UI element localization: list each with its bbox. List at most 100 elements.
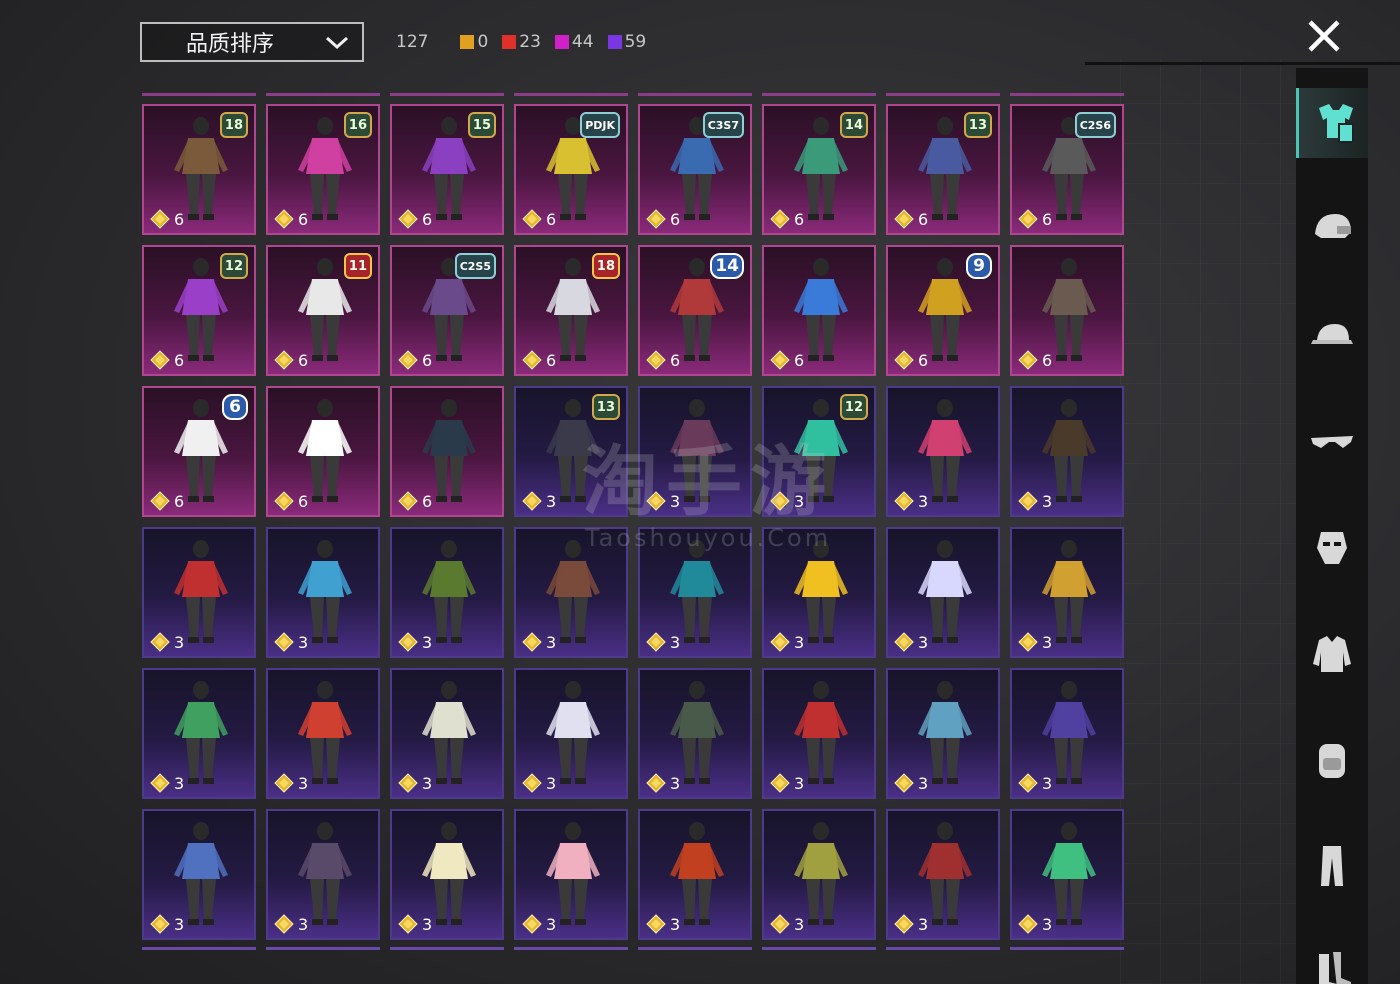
price-value: 6 [918, 209, 929, 229]
season-badge: 18 [591, 253, 620, 279]
price-tag: 3 [398, 914, 432, 934]
outfit-card[interactable]: 3 [514, 668, 628, 799]
outfit-card[interactable]: 6 [762, 245, 876, 376]
outfit-card[interactable]: 3 [390, 527, 504, 658]
outfit-card[interactable]: 16 6 [266, 104, 380, 235]
price-tag: 3 [274, 773, 308, 793]
jacket-icon [1313, 636, 1351, 672]
background-map-texture [1120, 60, 1300, 984]
diamond-icon [150, 350, 170, 370]
outfit-card[interactable]: 3 [142, 809, 256, 940]
outfit-card[interactable]: 18 6 [142, 104, 256, 235]
price-value: 6 [1042, 350, 1053, 370]
sidebar-item-mask[interactable] [1296, 512, 1368, 582]
diamond-icon [1018, 350, 1038, 370]
outfit-card[interactable]: 6 [1010, 245, 1124, 376]
season-badge: PDJK [580, 112, 620, 138]
sidebar-item-helmet[interactable] [1296, 194, 1368, 264]
price-value: 6 [422, 350, 433, 370]
price-tag: 6 [894, 209, 928, 229]
rarity-counts: 127 0 23 44 59 [396, 30, 654, 54]
outfit-card[interactable]: 3 [762, 809, 876, 940]
price-tag: 6 [646, 209, 680, 229]
outfit-card[interactable]: 3 [266, 668, 380, 799]
price-tag: 3 [646, 491, 680, 511]
outfit-card[interactable]: 3 [266, 527, 380, 658]
outfit-card[interactable]: 3 [266, 809, 380, 940]
sort-dropdown[interactable]: 品质排序 [140, 22, 364, 62]
diamond-icon [646, 632, 666, 652]
outfit-card[interactable]: 14 6 [762, 104, 876, 235]
outfit-card[interactable]: 3 [762, 527, 876, 658]
sidebar-item-jacket[interactable] [1296, 618, 1368, 688]
sidebar-item-boots[interactable] [1296, 936, 1368, 984]
price-value: 3 [918, 773, 929, 793]
sidebar-item-outfit[interactable] [1296, 88, 1368, 158]
outfit-card[interactable]: 11 6 [266, 245, 380, 376]
outfit-card[interactable]: 3 [514, 527, 628, 658]
outfit-card[interactable]: 3 [886, 668, 1000, 799]
outfit-card[interactable]: 15 6 [390, 104, 504, 235]
outfit-card[interactable]: 3 [886, 527, 1000, 658]
outfit-card[interactable]: 3 [1010, 668, 1124, 799]
price-tag: 3 [274, 632, 308, 652]
chevron-down-icon [325, 36, 349, 50]
price-tag: 6 [646, 350, 680, 370]
outfit-card[interactable]: 3 [142, 527, 256, 658]
outfit-card[interactable]: C2S5 6 [390, 245, 504, 376]
outfit-card[interactable]: 3 [886, 386, 1000, 517]
price-value: 3 [422, 914, 433, 934]
outfit-card[interactable]: 6 [266, 386, 380, 517]
outfit-card[interactable]: 3 [1010, 386, 1124, 517]
outfit-card[interactable]: 3 [638, 809, 752, 940]
outfit-card[interactable]: 3 [762, 668, 876, 799]
price-tag: 3 [894, 632, 928, 652]
sidebar-item-pants[interactable] [1296, 830, 1368, 900]
price-tag: 6 [150, 491, 184, 511]
outfit-card[interactable]: 3 [1010, 527, 1124, 658]
sidebar-item-cap[interactable] [1296, 300, 1368, 370]
outfit-card[interactable]: 14 6 [638, 245, 752, 376]
outfit-card[interactable]: 66 [142, 386, 256, 517]
diamond-icon [522, 350, 542, 370]
diamond-icon [646, 209, 666, 229]
season-badge: 16 [343, 112, 372, 138]
outfit-card[interactable]: 3 [638, 668, 752, 799]
outfit-card[interactable]: C2S6 6 [1010, 104, 1124, 235]
outfit-card[interactable]: 3 [142, 668, 256, 799]
outfit-card[interactable]: PDJK 6 [514, 104, 628, 235]
outfit-card[interactable]: 3 [1010, 809, 1124, 940]
outfit-card[interactable]: 12 3 [762, 386, 876, 517]
outfit-card[interactable]: 96 [886, 245, 1000, 376]
outfit-card[interactable]: 3 [638, 527, 752, 658]
outfit-card[interactable]: 13 3 [514, 386, 628, 517]
price-tag: 3 [522, 914, 556, 934]
outfit-card[interactable]: 3 [638, 386, 752, 517]
diamond-icon [274, 914, 294, 934]
outfit-card[interactable]: 3 [886, 809, 1000, 940]
outfit-card[interactable]: 3 [514, 809, 628, 940]
total-count: 127 [396, 32, 429, 52]
grid-bottom-edge [142, 947, 1124, 950]
outfit-card[interactable]: 18 6 [514, 245, 628, 376]
outfit-card[interactable]: 3 [390, 668, 504, 799]
sort-dropdown-label: 品质排序 [186, 32, 275, 57]
diamond-icon [1018, 632, 1038, 652]
sidebar-item-backpack[interactable] [1296, 724, 1368, 794]
price-value: 3 [546, 491, 557, 511]
backpack-icon [1319, 744, 1345, 778]
outfit-card[interactable]: C3S7 6 [638, 104, 752, 235]
price-value: 3 [670, 632, 681, 652]
season-badge: 14 [839, 112, 868, 138]
outfit-card[interactable]: 13 6 [886, 104, 1000, 235]
price-tag: 6 [398, 491, 432, 511]
sidebar-item-glasses[interactable] [1296, 406, 1368, 476]
outfit-card[interactable]: 3 [390, 809, 504, 940]
price-value: 3 [670, 914, 681, 934]
outfit-card[interactable]: 6 [390, 386, 504, 517]
outfit-card[interactable]: 12 6 [142, 245, 256, 376]
rarity-count-gold: 0 [460, 32, 488, 52]
diamond-icon [770, 914, 790, 934]
price-value: 6 [794, 209, 805, 229]
close-icon[interactable] [1302, 14, 1346, 58]
